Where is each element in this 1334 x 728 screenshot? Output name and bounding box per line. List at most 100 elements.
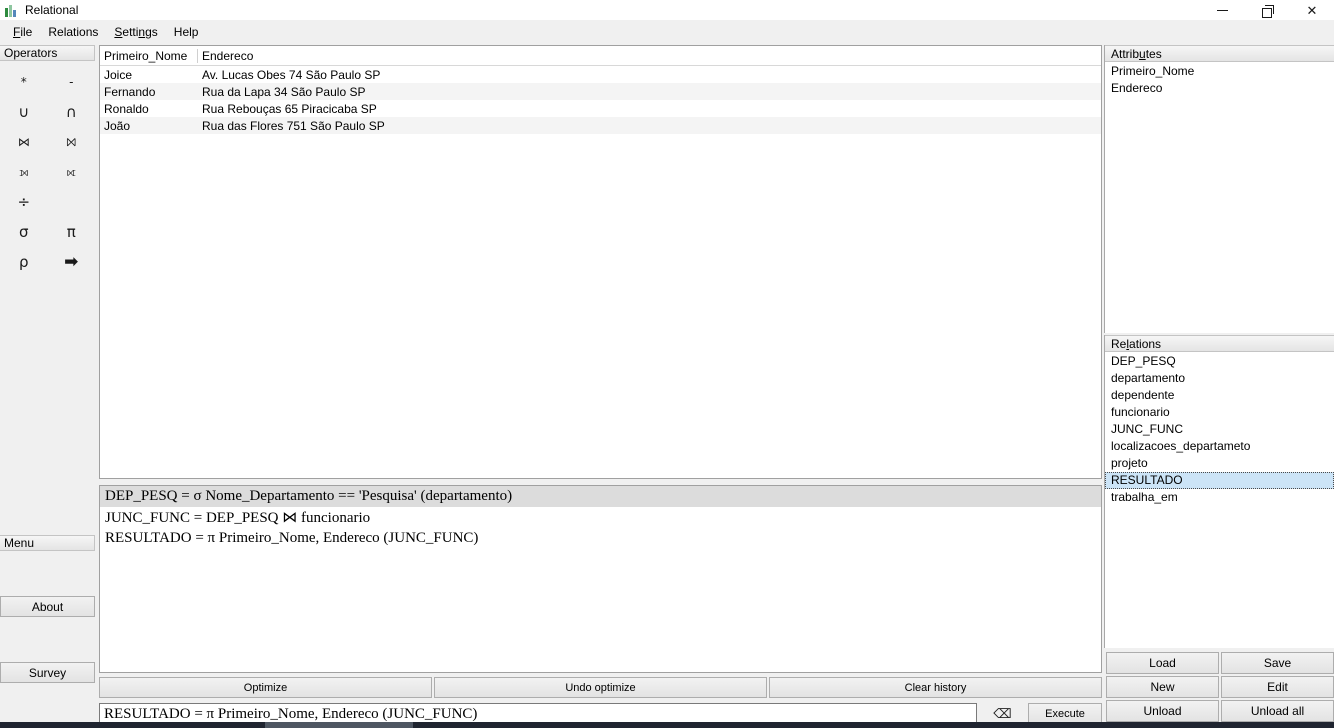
cell-endereco: Rua Rebouças 65 Piracicaba SP	[202, 101, 377, 116]
relations-actions-grid: Load Save New Edit Unload Unload all	[1106, 652, 1334, 722]
menu-relations-label: Relations	[48, 24, 99, 39]
minimize-button[interactable]	[1200, 0, 1245, 20]
operator-left-outer-join[interactable]: ⟕	[0, 157, 48, 187]
relations-list[interactable]: DEP_PESQ departamento dependente funcion…	[1105, 352, 1334, 506]
division-icon: ÷	[17, 193, 31, 211]
taskbar-segment-active	[265, 722, 413, 728]
edit-button-label: Edit	[1267, 680, 1288, 694]
operator-union[interactable]: ∪	[0, 97, 48, 127]
cell-nome: Ronaldo	[104, 101, 149, 116]
natural-join-icon: ⋈	[17, 135, 30, 149]
menu-panel-header: Menu	[0, 535, 95, 551]
relations-panel-header: Relations	[1105, 335, 1334, 352]
cell-endereco: Rua da Lapa 34 São Paulo SP	[202, 84, 366, 99]
table-row[interactable]: João Rua das Flores 751 São Paulo SP	[100, 117, 1101, 134]
operator-projection[interactable]: π	[48, 217, 96, 247]
operator-difference[interactable]: -	[48, 67, 96, 97]
results-table[interactable]: Primeiro_Nome Endereco Joice Av. Lucas O…	[99, 45, 1102, 479]
attributes-list[interactable]: Primeiro_Nome Endereco	[1105, 62, 1334, 97]
title-bar: Relational ✕	[0, 0, 1334, 20]
operator-division[interactable]: ÷	[0, 187, 48, 217]
menu-relations[interactable]: Relations	[40, 22, 106, 42]
menu-header-label: Menu	[4, 536, 35, 550]
rename-icon: ρ	[18, 253, 29, 271]
operator-rename[interactable]: ρ	[0, 247, 48, 277]
about-button[interactable]: About	[0, 596, 95, 617]
menu-file[interactable]: File	[5, 22, 40, 42]
history-item[interactable]: DEP_PESQ = σ Nome_Departamento == 'Pesqu…	[100, 486, 1101, 507]
list-item-trabalha-em[interactable]: trabalha_em	[1105, 489, 1334, 506]
union-icon: ∪	[18, 103, 30, 121]
unload-button[interactable]: Unload	[1106, 700, 1219, 722]
operator-theta-join[interactable]: ⨝	[48, 127, 96, 157]
list-item-dep-pesq[interactable]: DEP_PESQ	[1105, 353, 1334, 370]
cell-endereco: Av. Lucas Obes 74 São Paulo SP	[202, 67, 381, 82]
assignment-arrow-icon: ➡	[64, 252, 79, 272]
menu-help[interactable]: Help	[166, 22, 207, 42]
cell-nome: João	[104, 118, 131, 133]
unload-button-label: Unload	[1143, 704, 1182, 718]
list-item-departamento[interactable]: departamento	[1105, 370, 1334, 387]
list-item-junc-func[interactable]: JUNC_FUNC	[1105, 421, 1334, 438]
save-button[interactable]: Save	[1221, 652, 1334, 674]
results-table-header: Primeiro_Nome Endereco	[100, 46, 1101, 66]
attributes-panel: Attributes Primeiro_Nome Endereco	[1104, 45, 1334, 333]
operators-panel-header: Operators	[0, 45, 95, 61]
survey-button[interactable]: Survey	[0, 662, 95, 683]
cell-nome: Fernando	[104, 84, 156, 99]
list-item-localizacoes-departameto[interactable]: localizacoes_departameto	[1105, 438, 1334, 455]
unload-all-button[interactable]: Unload all	[1221, 700, 1334, 722]
cell-endereco: Rua das Flores 751 São Paulo SP	[202, 118, 385, 133]
operator-assignment[interactable]: ➡	[48, 247, 96, 277]
window-title: Relational	[25, 3, 79, 17]
left-outer-join-icon: ⟕	[19, 164, 29, 179]
list-item-resultado[interactable]: RESULTADO	[1105, 472, 1334, 489]
operator-spacer	[48, 187, 96, 217]
relations-panel: Relations DEP_PESQ departamento dependen…	[1104, 335, 1334, 648]
menu-help-label: Help	[173, 24, 199, 39]
query-history-list[interactable]: DEP_PESQ = σ Nome_Departamento == 'Pesqu…	[99, 485, 1102, 673]
survey-button-label: Survey	[28, 665, 67, 680]
clear-history-button-label: Clear history	[904, 681, 967, 694]
menu-bar: File Relations Settings Help	[0, 20, 1334, 43]
list-item-projeto[interactable]: projeto	[1105, 455, 1334, 472]
history-item[interactable]: JUNC_FUNC = DEP_PESQ ⋈ funcionario	[100, 507, 1101, 528]
taskbar-segment-left	[0, 722, 265, 728]
list-item[interactable]: Endereco	[1105, 80, 1334, 97]
right-outer-join-icon: ⟖	[66, 164, 76, 179]
attributes-header-label: Attributes	[1111, 46, 1162, 61]
operator-intersection[interactable]: ∩	[48, 97, 96, 127]
operator-natural-join[interactable]: ⋈	[0, 127, 48, 157]
operator-selection[interactable]: σ	[0, 217, 48, 247]
close-button[interactable]: ✕	[1290, 0, 1334, 20]
history-actions-bar: Optimize Undo optimize Clear history	[99, 677, 1102, 698]
column-header-primeiro-nome: Primeiro_Nome	[100, 48, 198, 63]
clear-history-button[interactable]: Clear history	[769, 677, 1102, 698]
edit-button[interactable]: Edit	[1221, 676, 1334, 698]
undo-optimize-button[interactable]: Undo optimize	[434, 677, 767, 698]
table-row[interactable]: Fernando Rua da Lapa 34 São Paulo SP	[100, 83, 1101, 100]
column-header-endereco: Endereco	[202, 48, 254, 63]
optimize-button[interactable]: Optimize	[99, 677, 432, 698]
maximize-button[interactable]	[1245, 0, 1290, 20]
relational-app-window: Relational ✕ File Relations Settings Hel…	[0, 0, 1334, 728]
backspace-glyph: ⌫	[993, 706, 1012, 722]
list-item-funcionario[interactable]: funcionario	[1105, 404, 1334, 421]
menu-file-label: ile	[20, 24, 33, 39]
table-row[interactable]: Ronaldo Rua Rebouças 65 Piracicaba SP	[100, 100, 1101, 117]
difference-icon: -	[69, 75, 74, 89]
operator-cartesian-product[interactable]: *	[0, 67, 48, 97]
table-row[interactable]: Joice Av. Lucas Obes 74 São Paulo SP	[100, 66, 1101, 83]
menu-settings[interactable]: Settings	[106, 22, 165, 42]
operators-header-label: Operators	[4, 46, 58, 60]
list-item[interactable]: Primeiro_Nome	[1105, 63, 1334, 80]
new-button[interactable]: New	[1106, 676, 1219, 698]
list-item-dependente[interactable]: dependente	[1105, 387, 1334, 404]
load-button[interactable]: Load	[1106, 652, 1219, 674]
history-item[interactable]: RESULTADO = π Primeiro_Nome, Endereco (J…	[100, 528, 1101, 549]
cell-nome: Joice	[104, 67, 133, 82]
save-button-label: Save	[1263, 656, 1292, 670]
window-controls: ✕	[1200, 0, 1334, 20]
minimize-icon	[1217, 9, 1228, 11]
operator-right-outer-join[interactable]: ⟖	[48, 157, 96, 187]
